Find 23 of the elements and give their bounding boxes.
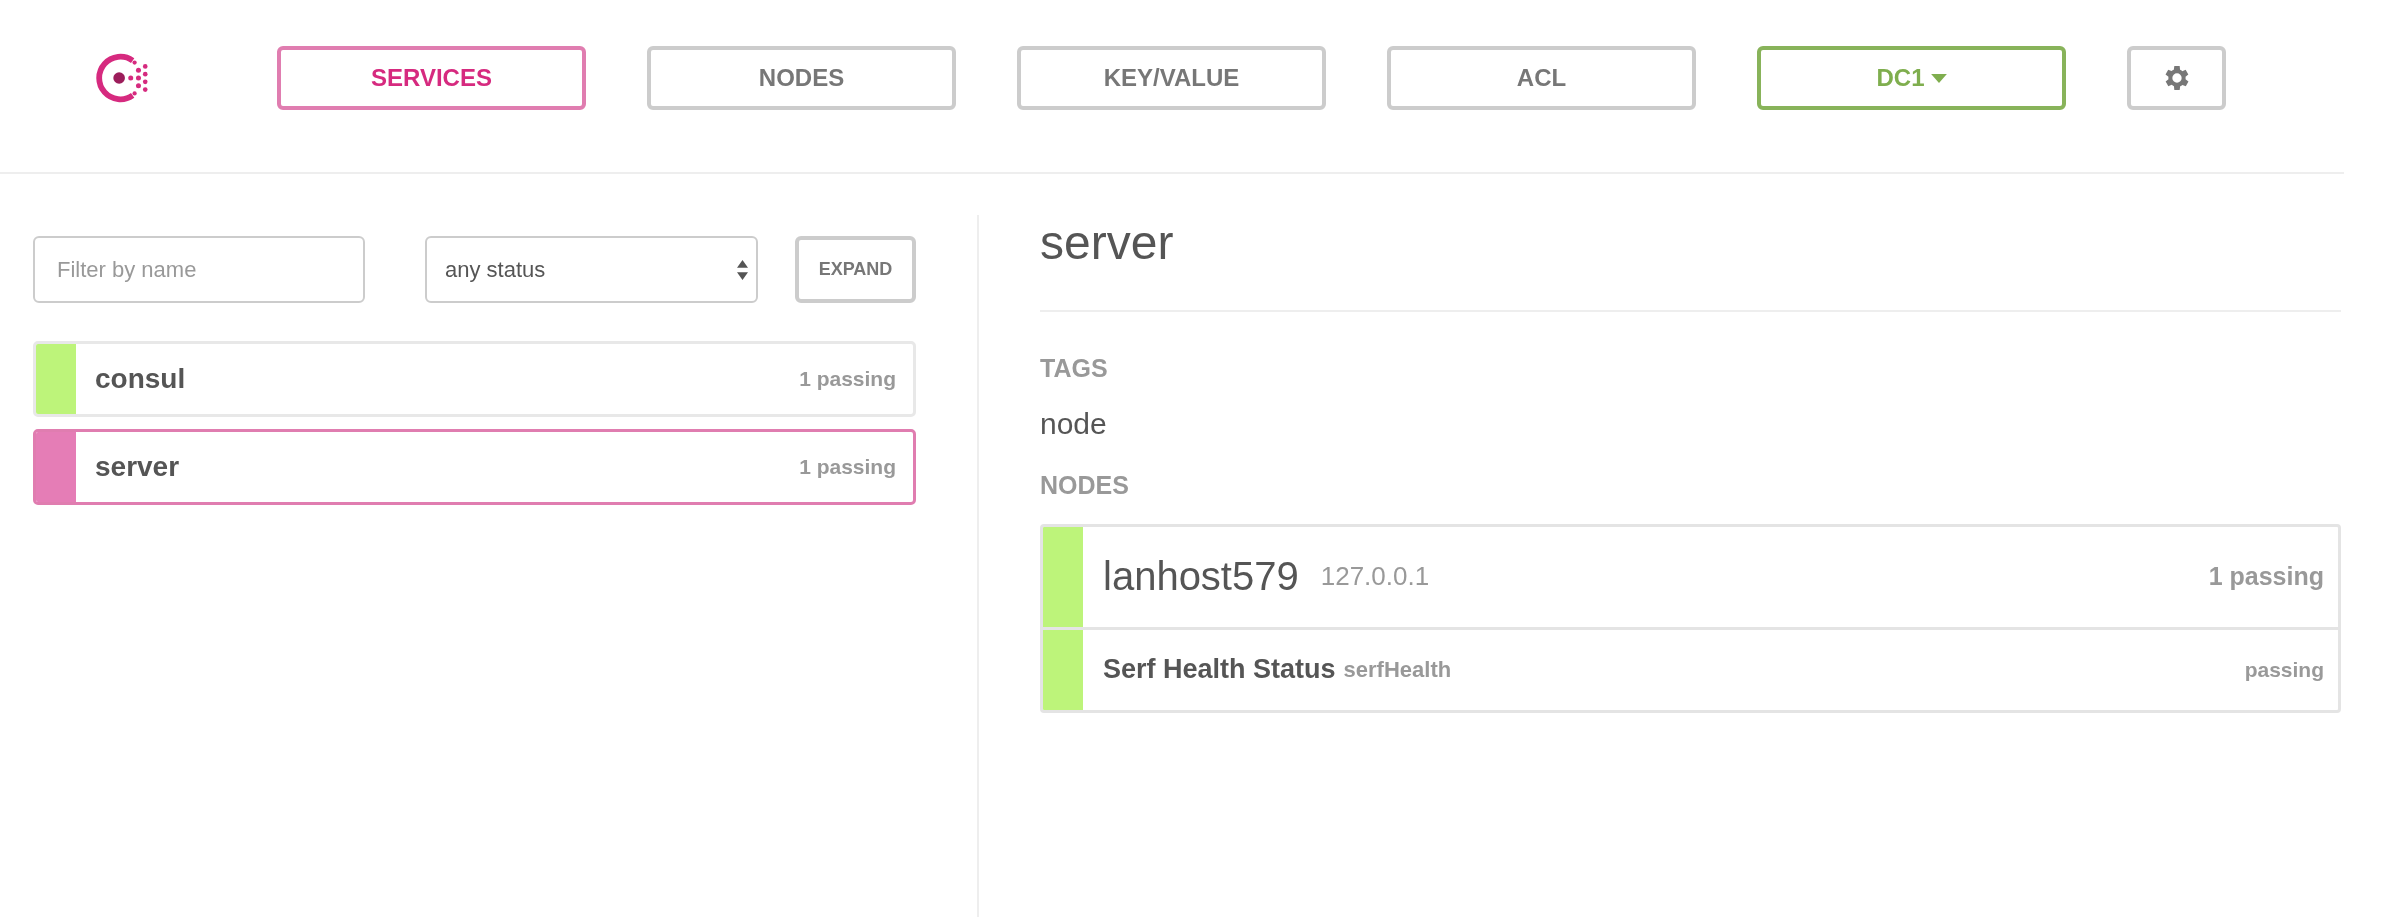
node-address: 127.0.0.1 [1320,561,1431,593]
service-title: server [1040,217,1175,270]
settings-button[interactable] [2127,46,2226,110]
section-heading: NODES [1040,470,1130,500]
sort-arrows-icon [737,259,748,280]
expand-button[interactable]: EXPAND [795,236,916,303]
check-count: 1 passing [2208,562,2324,592]
check-status: passing [2244,657,2324,682]
nav-tab[interactable]: ACL [1387,46,1696,110]
check-name: Serf Health Status [1103,654,1336,686]
node-name[interactable]: lanhost579 [1103,554,1299,600]
check-id: serfHealth [1343,656,1453,683]
nav-tab[interactable]: KEY/VALUE [1017,46,1326,110]
caret-icon [1930,73,1947,83]
nav-tab[interactable]: NODES [647,46,956,110]
service-item[interactable]: server 1 passing [33,429,916,505]
tag-text: node [1040,406,1108,441]
filter-field[interactable]: Filter by name [33,236,365,303]
datacenter-dropdown[interactable]: DC1 [1757,46,2066,110]
nav-tab[interactable]: SERVICES [277,46,586,110]
service-item[interactable]: consul 1 passing [33,341,916,417]
status-select[interactable]: any status [425,236,758,303]
section-heading: TAGS [1040,353,1109,383]
